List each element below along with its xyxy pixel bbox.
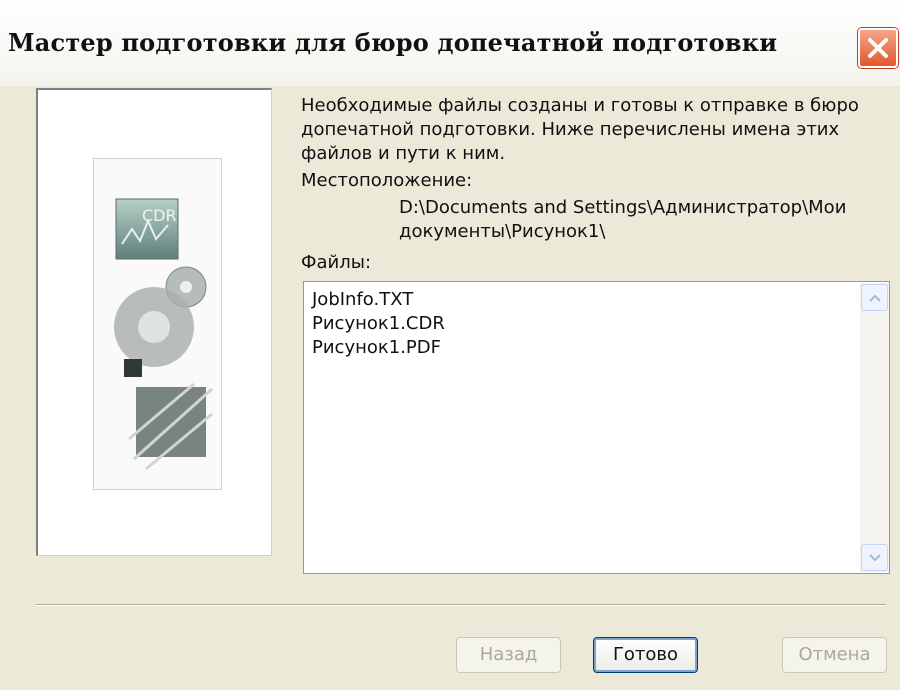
cancel-button[interactable]: Отмена <box>782 637 887 673</box>
arrow-up-icon <box>869 294 881 302</box>
prepress-artwork: CDR <box>114 198 214 471</box>
list-item[interactable]: Рисунок1.PDF <box>312 336 445 360</box>
vertical-scrollbar[interactable] <box>860 283 889 572</box>
arrow-down-icon <box>869 554 881 562</box>
close-button[interactable] <box>858 28 898 68</box>
close-icon <box>868 38 888 58</box>
wizard-illustration-panel: CDR <box>36 88 272 556</box>
files-label: Файлы: <box>301 252 372 273</box>
title-bar[interactable]: Мастер подготовки для бюро допечатной по… <box>0 0 900 86</box>
list-item[interactable]: JobInfo.TXT <box>312 288 445 312</box>
files-listbox[interactable]: JobInfo.TXT Рисунок1.CDR Рисунок1.PDF <box>303 281 890 574</box>
finish-button[interactable]: Готово <box>593 637 698 673</box>
location-label: Местоположение: <box>301 170 473 191</box>
separator-line <box>36 604 886 606</box>
wizard-dialog: Мастер подготовки для бюро допечатной по… <box>0 0 900 690</box>
wizard-illustration: CDR <box>93 158 222 490</box>
badge-cdr-text: CDR <box>142 206 177 225</box>
scroll-up-button[interactable] <box>861 284 888 311</box>
window-title: Мастер подготовки для бюро допечатной по… <box>8 28 778 57</box>
files-list: JobInfo.TXT Рисунок1.CDR Рисунок1.PDF <box>312 288 445 360</box>
wizard-description: Необходимые файлы созданы и готовы к отп… <box>301 95 859 164</box>
scroll-down-button[interactable] <box>861 544 888 571</box>
list-item[interactable]: Рисунок1.CDR <box>312 312 445 336</box>
location-path: D:\Documents and Settings\Администратор\… <box>399 197 847 242</box>
back-button[interactable]: Назад <box>456 637 561 673</box>
